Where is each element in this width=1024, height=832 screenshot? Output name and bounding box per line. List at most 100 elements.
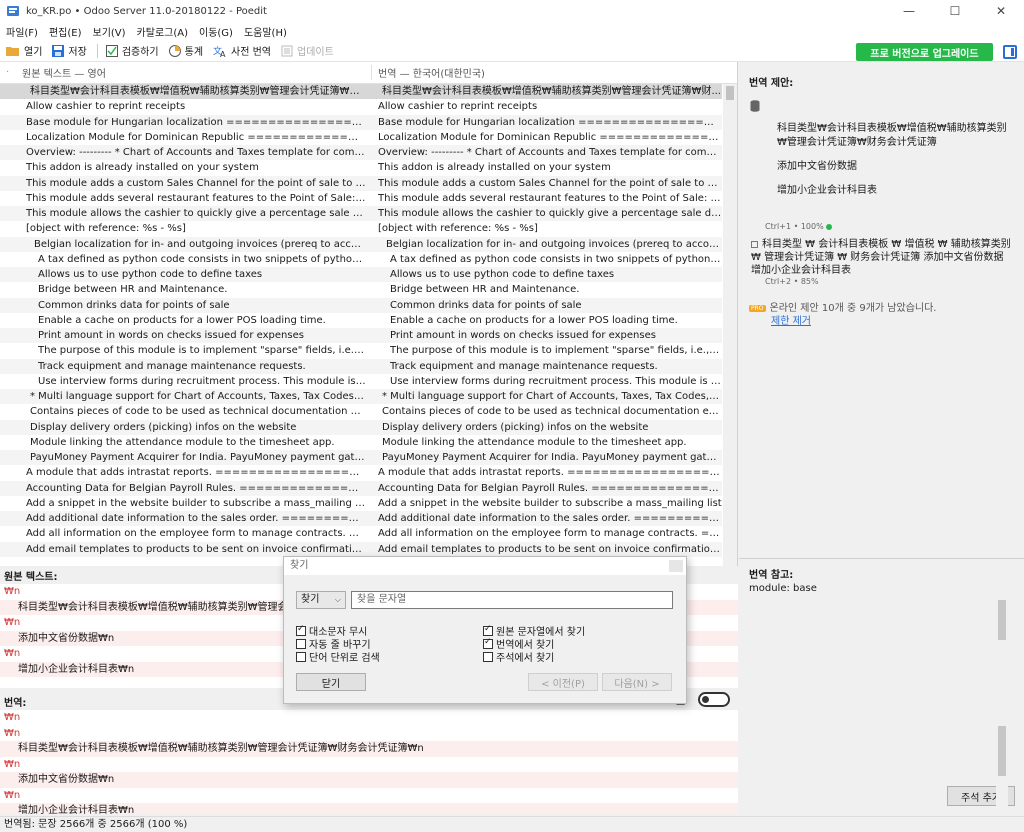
- update-button[interactable]: 업데이트: [281, 43, 334, 58]
- menu-go[interactable]: 이동(G): [199, 24, 233, 39]
- list-row[interactable]: Print amount in words on checks issued f…: [0, 328, 722, 344]
- translation-edit-pane[interactable]: ₩n ₩n 科目类型₩会计科目表模板₩增值税₩辅助核算类别₩管理会计凭证簿₩财务会计…: [0, 710, 738, 814]
- list-row[interactable]: This module adds a custom Sales Channel …: [0, 175, 722, 191]
- checkbox-unchecked-icon[interactable]: [296, 651, 306, 662]
- source-pane-scrollbar-thumb[interactable]: [998, 600, 1006, 640]
- list-row[interactable]: Contains pieces of code to be used as te…: [0, 404, 722, 419]
- list-row[interactable]: Allow cashier to reprint receipts Allow c…: [0, 99, 722, 114]
- checkbox-checked-icon[interactable]: [296, 624, 306, 636]
- option-checkbox[interactable]: 주석에서 찾기: [483, 649, 554, 664]
- window-title: ko_KR.po • Odoo Server 11.0-20180122 - P…: [26, 5, 267, 17]
- list-row[interactable]: Bridge between HR and Maintenance. Bridge…: [0, 282, 722, 297]
- row-translation-text: Allow cashier to reprint receipts: [378, 101, 538, 113]
- list-row[interactable]: This addon is already installed on your …: [0, 160, 722, 175]
- row-source-text: Display delivery orders (picking) infos …: [30, 421, 297, 433]
- list-row[interactable]: Common drinks data for points of sale Com…: [0, 297, 722, 313]
- row-source-text: This module adds several restaurant feat…: [26, 192, 372, 204]
- poedit-app-icon: [7, 6, 19, 16]
- find-input[interactable]: 찾을 문자열: [351, 591, 673, 609]
- row-translation-text: Bridge between HR and Maintenance.: [390, 284, 580, 296]
- list-row[interactable]: Overview: --------- * Chart of Accounts …: [0, 145, 722, 161]
- find-mode-select[interactable]: 찾기 ⌵: [296, 591, 346, 609]
- list-scrollbar[interactable]: [723, 84, 737, 566]
- save-button[interactable]: 저장: [52, 43, 87, 58]
- menu-catalog[interactable]: 카탈로그(A): [137, 24, 188, 39]
- list-row[interactable]: PayuMoney Payment Acquirer for India. Pa…: [0, 450, 722, 466]
- list-row[interactable]: Track equipment and manage maintenance r…: [0, 358, 722, 374]
- list-row[interactable]: Localization Module for Dominican Republ…: [0, 130, 722, 145]
- option-checkbox[interactable]: 단어 단위로 검색: [296, 649, 380, 664]
- suggestion-1[interactable]: 科目类型₩会计科目表模板₩增值税₩辅助核算类别₩管理会计凭证簿₩财务会计凭证簿 …: [765, 122, 1015, 198]
- sidebar-toggle-icon[interactable]: [1003, 45, 1017, 59]
- row-source-text: Module linking the attendance module to …: [30, 436, 335, 448]
- list-scrollbar-thumb[interactable]: [726, 86, 734, 100]
- close-button[interactable]: ✕: [978, 0, 1024, 22]
- checkbox-checked-icon[interactable]: [483, 624, 493, 636]
- dialog-close-button[interactable]: 닫기: [296, 673, 366, 691]
- translation-pane-scrollbar-thumb[interactable]: [998, 726, 1006, 776]
- suggestion-1-line: 添加中文省份数据: [777, 161, 857, 172]
- open-button[interactable]: 열기: [6, 43, 42, 58]
- list-row[interactable]: This module adds several restaurant feat…: [0, 191, 722, 206]
- list-row[interactable]: Use interview forms during recruitment p…: [0, 374, 722, 389]
- translation-column-header[interactable]: 번역 — 한국어(대한민국): [372, 65, 485, 80]
- menu-view[interactable]: 보기(V): [93, 24, 126, 39]
- row-translation-text: Overview: --------- * Chart of Accounts …: [378, 147, 722, 159]
- list-row[interactable]: Add email templates to products to be se…: [0, 541, 722, 557]
- find-prev-button[interactable]: < 이전(P): [528, 673, 598, 691]
- list-row[interactable]: [object with reference: %s - %s] [object …: [0, 221, 722, 236]
- source-pane-title: 원본 텍스트:: [4, 572, 58, 583]
- checkbox-unchecked-icon[interactable]: [483, 651, 493, 662]
- list-row[interactable]: * Multi language support for Chart of Ac…: [0, 389, 722, 405]
- fuzzy-toggle[interactable]: [698, 692, 730, 707]
- dialog-close-icon[interactable]: [669, 560, 683, 572]
- text-line: ₩n: [4, 758, 21, 770]
- list-row[interactable]: Accounting Data for Belgian Payroll Rule…: [0, 480, 722, 496]
- list-row[interactable]: This module allows the cashier to quickl…: [0, 206, 722, 222]
- toolbar-separator: [96, 43, 98, 58]
- list-row[interactable]: Add a snippet in the website builder to …: [0, 496, 722, 511]
- row-source-text: Enable a cache on products for a lower P…: [38, 314, 326, 326]
- list-row[interactable]: Add additional date information to the s…: [0, 511, 722, 527]
- menu-help[interactable]: 도움말(H): [244, 24, 287, 39]
- remove-limit-link[interactable]: 제한 제거: [771, 312, 811, 327]
- list-row[interactable]: Belgian localization for in- and outgoin…: [0, 236, 722, 252]
- checkbox-checked-icon[interactable]: [483, 637, 493, 649]
- list-row[interactable]: A tax defined as python code consists in…: [0, 252, 722, 267]
- list-row[interactable]: Base module for Hungarian localization =…: [0, 114, 722, 130]
- suggestion-2[interactable]: 科目类型 ₩ 会计科目表模板 ₩ 增值税 ₩ 辅助核算类别 ₩ 管理会计凭证簿 …: [751, 238, 1013, 277]
- validate-button[interactable]: 검증하기: [105, 43, 159, 58]
- source-column-header[interactable]: 원본 텍스트 — 영어: [10, 65, 372, 80]
- text-line: ₩n: [4, 712, 21, 723]
- find-next-button[interactable]: 다음(N) >: [602, 673, 672, 691]
- menu-file[interactable]: 파일(F): [6, 24, 38, 39]
- stats-button[interactable]: 통계: [168, 43, 203, 58]
- row-translation-text: Use interview forms during recruitment p…: [390, 375, 722, 387]
- update-label: 업데이트: [297, 47, 334, 58]
- list-row[interactable]: Allows us to use python code to define t…: [0, 267, 722, 283]
- suggestion-2-meta: Ctrl+2 • 85%: [765, 277, 819, 286]
- list-row[interactable]: Add all information on the employee form…: [0, 526, 722, 541]
- translation-pane-scrollbar[interactable]: [996, 714, 1008, 812]
- upgrade-pro-button[interactable]: 프로 버전으로 업그레이드: [856, 43, 993, 61]
- maximize-button[interactable]: ☐: [932, 0, 978, 22]
- list-row[interactable]: Display delivery orders (picking) infos …: [0, 419, 722, 435]
- validate-label: 검증하기: [121, 47, 159, 58]
- row-source-text: Add a snippet in the website builder to …: [26, 497, 370, 509]
- list-row[interactable]: Enable a cache on products for a lower P…: [0, 313, 722, 328]
- list-row[interactable]: The purpose of this module is to impleme…: [0, 343, 722, 358]
- list-row[interactable]: 科目类型₩会计科目表模板₩增值税₩辅助核算类别₩管理会计凭证簿₩财... 科目类型…: [0, 84, 722, 100]
- row-source-text: 科目类型₩会计科目表模板₩增值税₩辅助核算类别₩管理会计凭证簿₩财...: [30, 86, 369, 98]
- pretranslate-button[interactable]: 文A 사전 번역: [213, 43, 271, 59]
- suggestion-1-meta: Ctrl+1 • 100%: [765, 222, 833, 231]
- checkbox-unchecked-icon[interactable]: [296, 638, 306, 649]
- option-label: 단어 단위로 검색: [309, 653, 380, 664]
- list-row[interactable]: Module linking the attendance module to …: [0, 435, 722, 450]
- find-dialog: 찾기 찾기 ⌵ 찾을 문자열 대소문자 무시자동 줄 바꾸기단어 단위로 검색 …: [283, 556, 687, 704]
- source-pane-scrollbar[interactable]: [996, 590, 1008, 682]
- list-row[interactable]: A module that adds intrastat reports. ==…: [0, 465, 722, 480]
- status-column-header[interactable]: ·: [0, 67, 10, 78]
- minimize-button[interactable]: —: [886, 0, 932, 22]
- menu-edit[interactable]: 편집(E): [49, 24, 82, 39]
- row-source-text: * Multi language support for Chart of Ac…: [30, 391, 372, 403]
